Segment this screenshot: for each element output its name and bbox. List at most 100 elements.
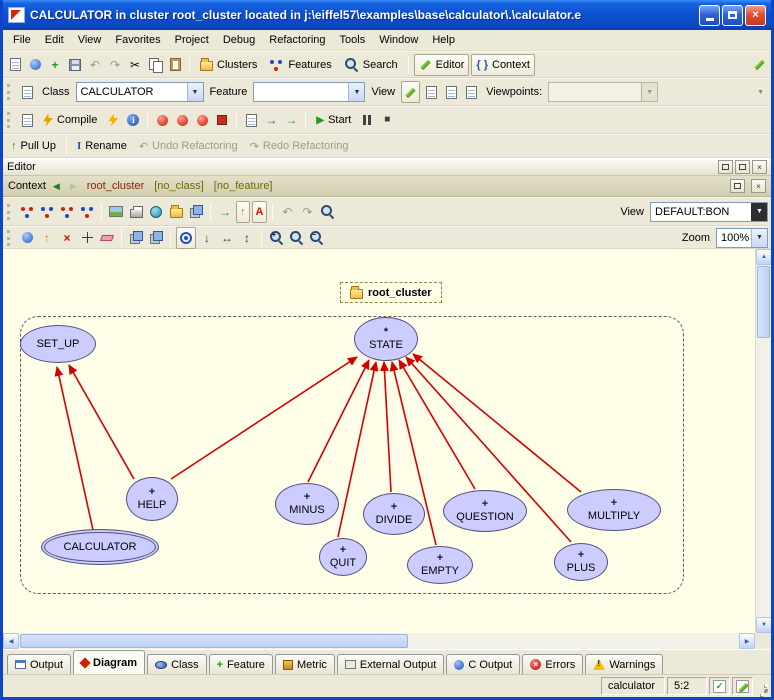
new-tab-view-button[interactable] bbox=[422, 84, 440, 101]
tab-diagram[interactable]: Diagram bbox=[73, 650, 145, 674]
resize-grip[interactable] bbox=[755, 678, 769, 694]
float-panel-button[interactable] bbox=[718, 160, 733, 174]
class-node-question[interactable]: +QUESTION bbox=[443, 490, 527, 532]
pull-up-button[interactable]: ↑ Pull Up bbox=[6, 135, 61, 157]
tab-c-output[interactable]: C Output bbox=[446, 654, 520, 674]
project-settings-button[interactable] bbox=[18, 112, 36, 129]
title-bar[interactable]: CALCULATOR in cluster root_cluster locat… bbox=[3, 0, 771, 30]
zoom-in-button[interactable]: + bbox=[267, 229, 285, 246]
menu-view[interactable]: View bbox=[71, 31, 109, 49]
class-node-help[interactable]: +HELP bbox=[126, 477, 178, 521]
eraser-button[interactable] bbox=[98, 229, 116, 246]
diagram-view-combobox[interactable]: DEFAULT:BON ▼ bbox=[650, 202, 768, 222]
contract-view-button[interactable] bbox=[462, 84, 480, 101]
context-toggle-button[interactable]: { } Context bbox=[471, 54, 535, 76]
vertical-scroll-thumb[interactable] bbox=[757, 266, 770, 338]
zoom-dropdown[interactable]: ▼ bbox=[751, 229, 767, 247]
web-export-button[interactable] bbox=[147, 203, 165, 220]
menu-debug[interactable]: Debug bbox=[216, 31, 262, 49]
print-diagram-button[interactable] bbox=[127, 203, 145, 220]
viewpoints-combobox[interactable]: ▼ bbox=[548, 82, 658, 102]
menu-edit[interactable]: Edit bbox=[38, 31, 71, 49]
toolbar-overflow-button[interactable]: ▼ bbox=[753, 89, 768, 96]
class-node-state[interactable]: *STATE bbox=[354, 317, 418, 361]
debug-ignore-breakpoints-button[interactable] bbox=[193, 112, 211, 129]
history-forward-button[interactable]: ▶ bbox=[67, 180, 80, 193]
freeze-button[interactable] bbox=[104, 112, 122, 129]
menu-window[interactable]: Window bbox=[372, 31, 425, 49]
toolbar-grip[interactable] bbox=[7, 230, 13, 246]
class-node-empty[interactable]: +EMPTY bbox=[407, 546, 473, 584]
scroll-left-button[interactable]: ◀ bbox=[3, 633, 19, 649]
send-to-back-button[interactable] bbox=[147, 229, 165, 246]
context-cluster[interactable]: root_cluster bbox=[84, 180, 147, 192]
maximize-button[interactable] bbox=[722, 5, 743, 26]
external-editor-button[interactable] bbox=[750, 56, 768, 73]
center-class-button[interactable]: ↑ bbox=[236, 201, 250, 223]
class-tool-button[interactable] bbox=[18, 203, 36, 220]
project-info-button[interactable]: i bbox=[124, 112, 142, 129]
toolbar-grip[interactable] bbox=[7, 84, 13, 100]
undo-refactoring-button[interactable]: ↶ Undo Refactoring bbox=[134, 135, 243, 157]
new-cluster-button[interactable] bbox=[167, 203, 185, 220]
step-over-button[interactable]: → bbox=[262, 112, 280, 129]
class-node-plus[interactable]: +PLUS bbox=[554, 543, 608, 581]
toolbar-grip[interactable] bbox=[7, 204, 13, 220]
editor-toggle-button[interactable]: Editor bbox=[414, 54, 470, 76]
redo-refactoring-button[interactable]: ↷ Redo Refactoring bbox=[245, 135, 354, 157]
stop-application-button[interactable]: ■ bbox=[378, 112, 396, 129]
add-label-button[interactable]: A bbox=[252, 201, 268, 223]
maximize-panel-button[interactable] bbox=[735, 160, 750, 174]
debug-stop-button[interactable] bbox=[213, 112, 231, 129]
vertical-scrollbar[interactable]: ▲ ▼ bbox=[755, 249, 771, 633]
diagram-canvas[interactable]: root_cluster SET_UP*STATE+HELPCALCULATOR… bbox=[3, 249, 755, 633]
horizontal-scroll-track[interactable] bbox=[409, 633, 739, 649]
diagram-view-dropdown[interactable]: ▼ bbox=[751, 203, 767, 221]
menu-help[interactable]: Help bbox=[425, 31, 462, 49]
start-button[interactable]: ▶ Start bbox=[311, 109, 356, 131]
delete-item-button[interactable]: × bbox=[58, 229, 76, 246]
step-out-button[interactable]: → bbox=[282, 112, 300, 129]
redo-diagram-button[interactable]: ↷ bbox=[298, 203, 316, 220]
add-link-button[interactable]: → bbox=[216, 203, 234, 220]
tab-external-output[interactable]: External Output bbox=[337, 654, 444, 674]
tab-feature[interactable]: + Feature bbox=[209, 654, 273, 674]
undo-button[interactable]: ↶ bbox=[86, 56, 104, 73]
scroll-down-button[interactable]: ▼ bbox=[756, 617, 772, 633]
bring-to-front-button[interactable] bbox=[127, 229, 145, 246]
vertical-scroll-track[interactable] bbox=[756, 339, 771, 617]
supplier-links-button[interactable] bbox=[58, 203, 76, 220]
tab-errors[interactable]: × Errors bbox=[522, 654, 583, 674]
horizontal-scroll-thumb[interactable] bbox=[20, 634, 408, 648]
horizontal-links-button[interactable]: ↔ bbox=[218, 229, 236, 246]
scroll-right-button[interactable]: ▶ bbox=[739, 633, 755, 649]
tab-output[interactable]: Output bbox=[7, 654, 71, 674]
class-node-divide[interactable]: +DIVIDE bbox=[363, 493, 425, 535]
tab-metric[interactable]: Metric bbox=[275, 654, 335, 674]
class-node-quit[interactable]: +QUIT bbox=[319, 538, 367, 576]
search-button[interactable]: Search bbox=[339, 54, 403, 76]
new-window-button[interactable] bbox=[6, 56, 24, 73]
fit-to-window-button[interactable] bbox=[287, 229, 305, 246]
class-combobox-dropdown[interactable]: ▼ bbox=[187, 83, 203, 101]
viewpoints-combobox-dropdown[interactable]: ▼ bbox=[641, 83, 657, 101]
debug-run-breakpoints-button[interactable] bbox=[173, 112, 191, 129]
save-button[interactable] bbox=[66, 56, 84, 73]
compile-button[interactable]: Compile bbox=[38, 109, 102, 131]
cluster-tool-button[interactable] bbox=[38, 203, 56, 220]
paste-button[interactable] bbox=[166, 56, 184, 73]
client-links-button[interactable] bbox=[78, 203, 96, 220]
anchor-button[interactable] bbox=[78, 229, 96, 246]
redo-button[interactable]: ↷ bbox=[106, 56, 124, 73]
features-button[interactable]: Features bbox=[264, 54, 336, 76]
add-button[interactable]: + bbox=[46, 56, 64, 73]
class-node-minus[interactable]: +MINUS bbox=[275, 483, 339, 525]
close-context-button[interactable]: × bbox=[751, 179, 766, 193]
horizontal-scrollbar[interactable]: ◀ ▶ bbox=[3, 633, 755, 649]
open-button[interactable] bbox=[26, 56, 44, 73]
feature-combobox[interactable]: ▼ bbox=[253, 82, 365, 102]
export-image-button[interactable] bbox=[107, 203, 125, 220]
cut-button[interactable]: ✂ bbox=[126, 56, 144, 73]
class-combobox[interactable]: CALCULATOR ▼ bbox=[76, 82, 204, 102]
zoom-combobox[interactable]: 100% ▼ bbox=[716, 228, 768, 248]
